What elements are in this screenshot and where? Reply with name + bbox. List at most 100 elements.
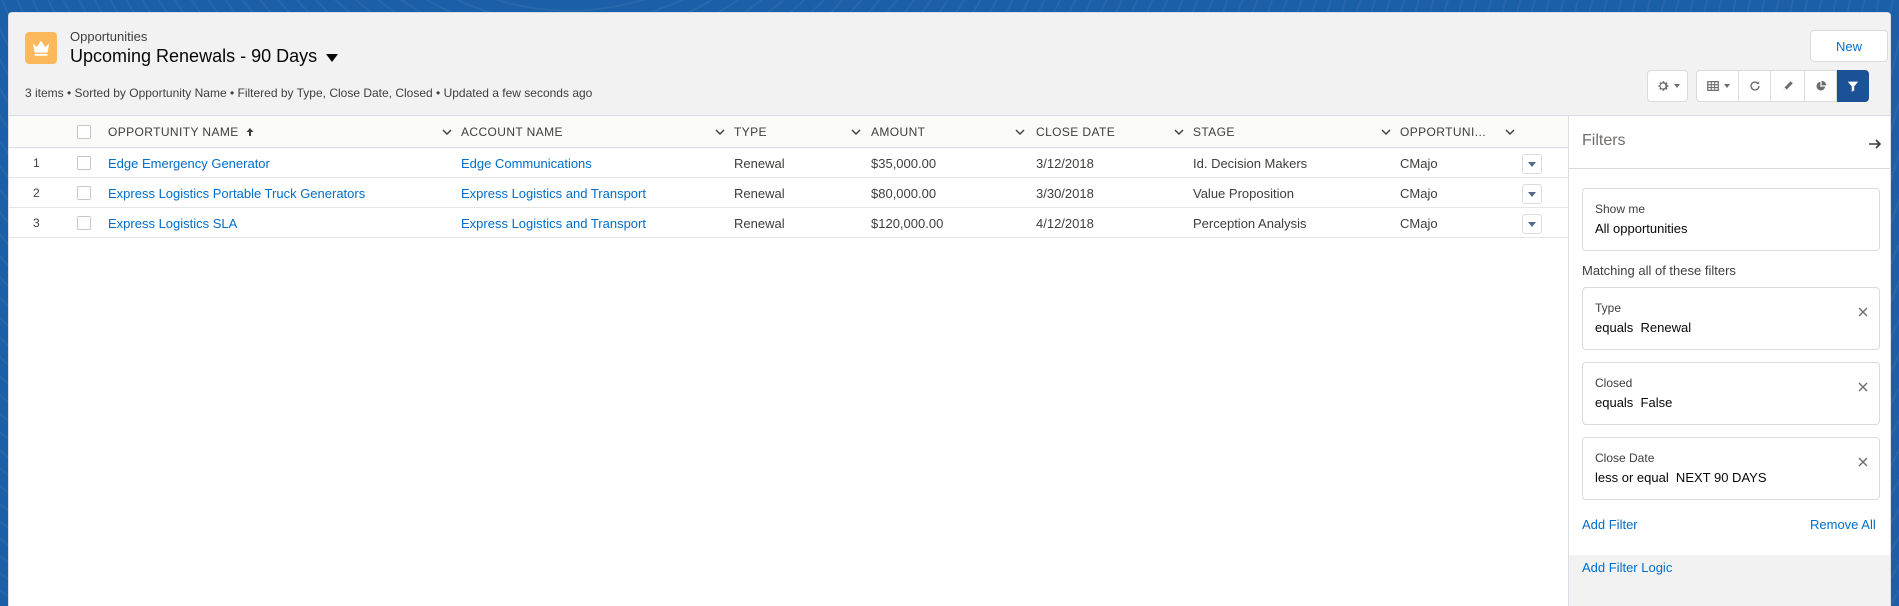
table-header: Opportunity Name Account Name Type Amoun…: [9, 116, 1568, 148]
row-checkbox[interactable]: [77, 156, 91, 170]
filter-value: equals False: [1595, 395, 1673, 410]
row-checkbox[interactable]: [77, 186, 91, 200]
list-settings-button[interactable]: [1647, 70, 1688, 102]
pencil-icon: [1783, 81, 1793, 91]
caret-down-icon: [1528, 191, 1536, 197]
refresh-icon: [1749, 81, 1760, 91]
account-name-link[interactable]: Express Logistics and Transport: [461, 178, 646, 208]
row-action-menu-button[interactable]: [1522, 154, 1542, 174]
add-filter-logic-link[interactable]: Add Filter Logic: [1582, 560, 1672, 575]
owner-cell: CMajo: [1400, 185, 1438, 201]
remove-all-link[interactable]: Remove All: [1810, 517, 1876, 532]
filter-label: Show me: [1595, 202, 1646, 216]
caret-down-icon: [1528, 221, 1536, 227]
filter-close-date[interactable]: Close Date less or equal NEXT 90 DAYS: [1582, 437, 1880, 500]
remove-filter-close-icon[interactable]: [1857, 306, 1869, 318]
chevron-down-icon[interactable]: [850, 126, 862, 138]
amount-cell: $35,000.00: [871, 155, 937, 171]
table-view-icon: [1706, 81, 1719, 91]
table-row[interactable]: 2 Express Logistics Portable Truck Gener…: [9, 178, 1568, 208]
page-title: Upcoming Renewals - 90 Days: [70, 46, 318, 66]
add-filter-link[interactable]: Add Filter: [1582, 517, 1638, 532]
column-header-close-date[interactable]: Close Date: [1036, 116, 1188, 148]
chevron-down-icon[interactable]: [1014, 126, 1026, 138]
column-header-opportunity-name[interactable]: Opportunity Name: [108, 116, 456, 148]
table-row[interactable]: 1 Edge Emergency Generator Edge Communic…: [9, 148, 1568, 178]
refresh-button[interactable]: [1739, 70, 1771, 102]
list-view-header: Opportunities Upcoming Renewals - 90 Day…: [9, 13, 1890, 116]
owner-cell: CMajo: [1400, 155, 1438, 171]
column-header-account-name[interactable]: Account Name: [461, 116, 729, 148]
caret-down-icon: [1723, 84, 1730, 88]
chevron-down-icon[interactable]: [441, 126, 453, 138]
filter-label: Close Date: [1595, 451, 1655, 465]
close-panel-arrow-icon[interactable]: [1867, 136, 1883, 152]
filter-icon: [1847, 81, 1859, 92]
row-number: 2: [33, 186, 40, 200]
new-button[interactable]: New: [1810, 30, 1888, 62]
list-summary: 3 items • Sorted by Opportunity Name • F…: [25, 86, 593, 100]
select-all-checkbox[interactable]: [77, 125, 91, 139]
owner-cell: CMajo: [1400, 215, 1438, 231]
row-number: 3: [33, 216, 40, 230]
sort-ascending-arrow-icon: [246, 128, 254, 136]
filter-button[interactable]: [1837, 70, 1869, 102]
remove-filter-close-icon[interactable]: [1857, 381, 1869, 393]
toolbar-right-group: [1696, 70, 1869, 102]
list-view-card: Opportunities Upcoming Renewals - 90 Day…: [8, 12, 1891, 606]
row-number: 1: [33, 156, 40, 170]
filter-label: Type: [1595, 301, 1622, 315]
filter-value: All opportunities: [1595, 221, 1688, 236]
edit-list-button[interactable]: [1771, 70, 1805, 102]
chart-button[interactable]: [1805, 70, 1837, 102]
gear-icon: [1657, 81, 1669, 91]
filter-closed[interactable]: Closed equals False: [1582, 362, 1880, 425]
account-name-link[interactable]: Edge Communications: [461, 148, 592, 178]
close-date-cell: 3/12/2018: [1036, 155, 1094, 171]
object-label: Opportunities: [70, 29, 148, 44]
amount-cell: $80,000.00: [871, 185, 937, 201]
chevron-down-icon[interactable]: [1504, 126, 1516, 138]
divider: [1569, 168, 1890, 169]
row-action-menu-button[interactable]: [1522, 184, 1542, 204]
filter-panel-body: Filters Show me All opportunities Matchi…: [1569, 116, 1890, 555]
type-cell: Renewal: [734, 185, 785, 201]
list-view-selector[interactable]: Upcoming Renewals - 90 Days: [70, 46, 339, 67]
opportunity-name-link[interactable]: Express Logistics Portable Truck Generat…: [108, 178, 365, 208]
column-header-stage[interactable]: Stage: [1193, 116, 1395, 148]
opportunity-name-link[interactable]: Edge Emergency Generator: [108, 148, 270, 178]
filter-panel: Filters Show me All opportunities Matchi…: [1568, 116, 1890, 606]
data-table: Opportunity Name Account Name Type Amoun…: [9, 116, 1568, 606]
filter-label: Closed: [1595, 376, 1633, 390]
remove-filter-close-icon[interactable]: [1857, 456, 1869, 468]
stage-cell: Perception Analysis: [1193, 215, 1307, 231]
chevron-down-icon[interactable]: [1380, 126, 1392, 138]
display-as-button[interactable]: [1696, 70, 1739, 102]
stage-cell: Value Proposition: [1193, 185, 1294, 201]
chevron-down-icon[interactable]: [714, 126, 726, 138]
close-date-cell: 4/12/2018: [1036, 215, 1094, 231]
close-date-cell: 3/30/2018: [1036, 185, 1094, 201]
column-header-type[interactable]: Type: [734, 116, 864, 148]
chevron-down-icon[interactable]: [1173, 126, 1185, 138]
column-header-opportunity-owner[interactable]: Opportuni...: [1400, 116, 1520, 148]
show-me-filter[interactable]: Show me All opportunities: [1582, 188, 1880, 251]
account-name-link[interactable]: Express Logistics and Transport: [461, 208, 646, 238]
table-row[interactable]: 3 Express Logistics SLA Express Logistic…: [9, 208, 1568, 238]
opportunity-name-link[interactable]: Express Logistics SLA: [108, 208, 237, 238]
matching-label: Matching all of these filters: [1582, 263, 1736, 278]
column-header-amount[interactable]: Amount: [871, 116, 1029, 148]
type-cell: Renewal: [734, 155, 785, 171]
pie-chart-icon: [1815, 80, 1826, 91]
caret-down-icon: [1528, 161, 1536, 167]
row-checkbox[interactable]: [77, 216, 91, 230]
filter-type[interactable]: Type equals Renewal: [1582, 287, 1880, 350]
type-cell: Renewal: [734, 215, 785, 231]
filter-value: equals Renewal: [1595, 320, 1692, 335]
opportunity-crown-icon: [25, 32, 57, 64]
caret-down-icon: [1673, 84, 1680, 88]
row-action-menu-button[interactable]: [1522, 214, 1542, 234]
caret-down-icon[interactable]: [326, 53, 339, 62]
stage-cell: Id. Decision Makers: [1193, 155, 1308, 171]
toolbar-left-group: [1647, 70, 1688, 102]
